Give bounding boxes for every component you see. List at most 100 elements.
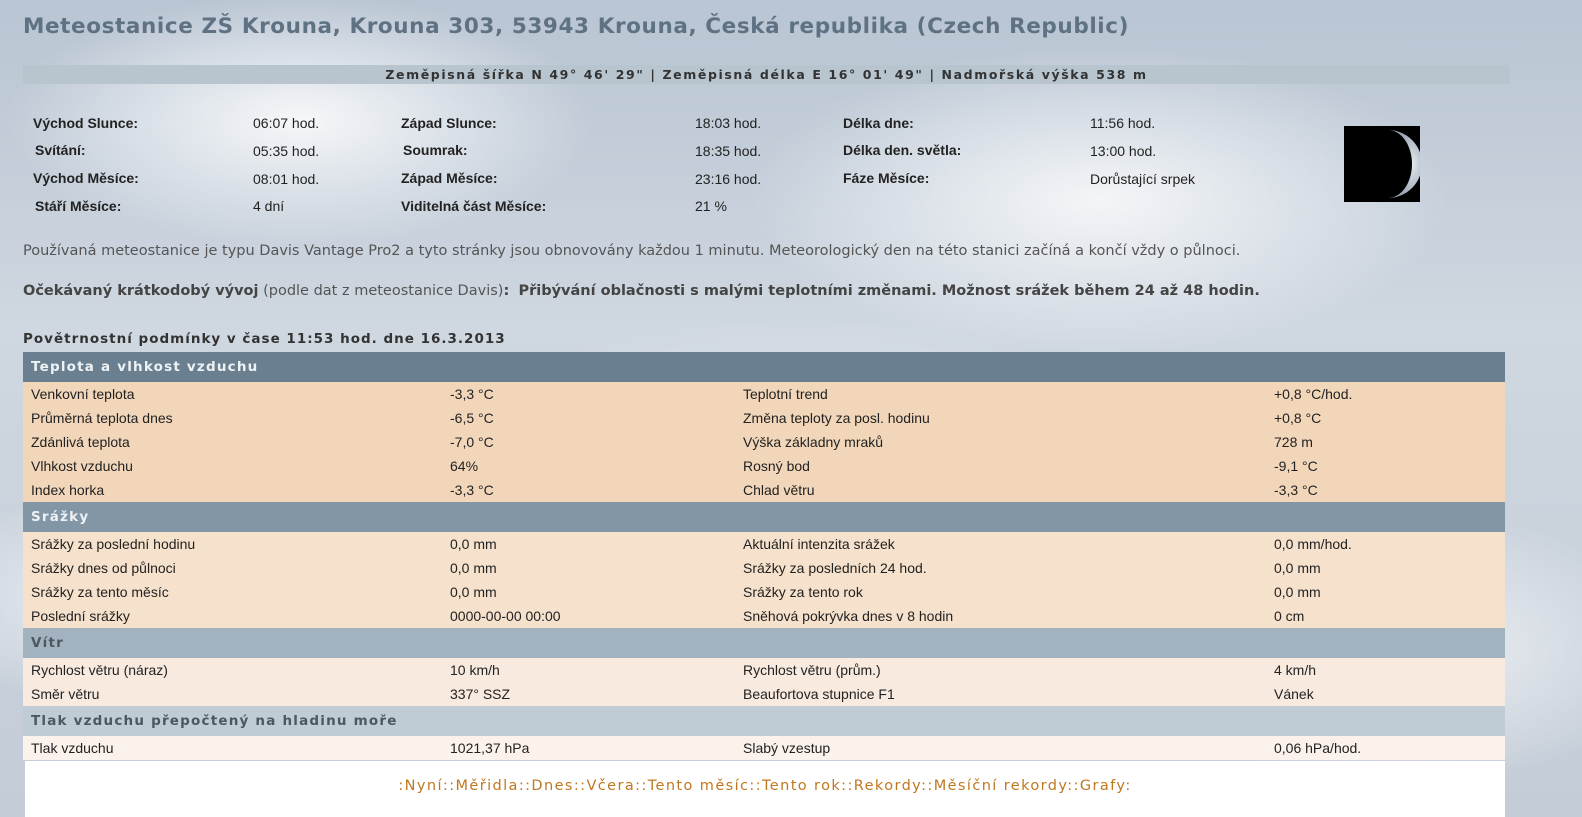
forecast-text: Přibývání oblačnosti s malými teplotními… xyxy=(518,283,1260,299)
forecast-label: Očekávaný krátkodobý vývoj xyxy=(23,283,259,299)
moon-visible-value: 21 % xyxy=(695,198,727,214)
row-value: -9,1 °C xyxy=(1266,454,1505,478)
footer-nav: :Nyní::Měřidla::Dnes::Včera::Tento měsíc… xyxy=(25,761,1505,817)
row-value: +0,8 °C xyxy=(1266,406,1505,430)
forecast-colon: : xyxy=(503,283,510,299)
dusk-label: Soumrak: xyxy=(403,142,468,158)
section-header-pressure: Tlak vzduchu přepočtený na hladinu moře xyxy=(23,706,1505,736)
nav-link[interactable]: Tento měsíc xyxy=(648,778,750,794)
table-row: Venkovní teplota -3,3 °C Teplotní trend +0,… xyxy=(23,382,1505,406)
dawn-label: Svítání: xyxy=(35,142,86,158)
daylight-label: Délka den. světla: xyxy=(843,142,962,158)
row-label: Tlak vzduchu xyxy=(23,736,442,760)
row-value: 0,0 mm xyxy=(442,556,735,580)
moon-phase-label: Fáze Měsíce: xyxy=(843,170,930,186)
row-label: Rychlost větru (prům.) xyxy=(735,658,1266,682)
table-row: Srážky za poslední hodinu 0,0 mm Aktuální … xyxy=(23,532,1505,556)
row-value: 337° SSZ xyxy=(442,682,735,706)
row-label: Srážky za tento měsíc xyxy=(23,580,442,604)
nav-link[interactable]: Rekordy xyxy=(854,778,921,794)
row-label: Směr větru xyxy=(23,682,442,706)
row-label: Beaufortova stupnice F1 xyxy=(735,682,1266,706)
row-value: -3,3 °C xyxy=(442,478,735,502)
weather-table: Teplota a vlhkost vzduchu Venkovní teplot… xyxy=(23,352,1505,760)
row-value: -3,3 °C xyxy=(1266,478,1505,502)
row-value: -6,5 °C xyxy=(442,406,735,430)
page-title: Meteostanice ZŠ Krouna, Krouna 303, 5394… xyxy=(23,14,1130,39)
row-label: Srážky za posledních 24 hod. xyxy=(735,556,1266,580)
table-row: Srážky dnes od půlnoci 0,0 mm Srážky za po… xyxy=(23,556,1505,580)
table-row: Zdánlivá teplota -7,0 °C Výška základny mr… xyxy=(23,430,1505,454)
row-label: Chlad větru xyxy=(735,478,1266,502)
table-row: Poslední srážky 0000-00-00 00:00 Sněhová p… xyxy=(23,604,1505,628)
table-row: Rychlost větru (náraz) 10 km/h Rychlost vě… xyxy=(23,658,1505,682)
row-value: 0,0 mm xyxy=(1266,556,1505,580)
section-header-rain: Srážky xyxy=(23,502,1505,532)
row-label: Průměrná teplota dnes xyxy=(23,406,442,430)
table-row: Průměrná teplota dnes -6,5 °C Změna teplot… xyxy=(23,406,1505,430)
nav-separator: : xyxy=(1125,778,1132,794)
row-label: Sněhová pokrývka dnes v 8 hodin xyxy=(735,604,1266,628)
row-label: Index horka xyxy=(23,478,442,502)
section-title: Tlak vzduchu přepočtený na hladinu moře xyxy=(23,706,1505,736)
row-value: 0,0 mm xyxy=(442,580,735,604)
row-value: Vánek xyxy=(1266,682,1505,706)
row-value: 0,06 hPa/hod. xyxy=(1266,736,1505,760)
forecast: Očekávaný krátkodobý vývoj (podle dat z … xyxy=(23,283,1260,299)
moon-phase-image xyxy=(1344,126,1422,202)
row-label: Srážky dnes od půlnoci xyxy=(23,556,442,580)
row-value: 4 km/h xyxy=(1266,658,1505,682)
moon-age-value: 4 dní xyxy=(253,198,285,214)
row-label: Změna teploty za posl. hodinu xyxy=(735,406,1266,430)
row-value: 728 m xyxy=(1266,430,1505,454)
row-label: Poslední srážky xyxy=(23,604,442,628)
nav-link[interactable]: Včera xyxy=(586,778,635,794)
row-value: 0000-00-00 00:00 xyxy=(442,604,735,628)
row-label: Venkovní teplota xyxy=(23,382,442,406)
moon-phase-value: Dorůstající srpek xyxy=(1090,171,1196,187)
row-value: 10 km/h xyxy=(442,658,735,682)
row-value: 0,0 mm xyxy=(1266,580,1505,604)
row-value: 0,0 mm xyxy=(442,532,735,556)
nav-link[interactable]: Dnes xyxy=(531,778,573,794)
moonrise-value: 08:01 hod. xyxy=(253,171,320,187)
row-value: -7,0 °C xyxy=(442,430,735,454)
moonset-value: 23:16 hod. xyxy=(695,171,762,187)
nav-link[interactable]: Měsíční rekordy xyxy=(934,778,1068,794)
row-value: 0,0 mm/hod. xyxy=(1266,532,1505,556)
nav-link[interactable]: Měřidla xyxy=(455,778,518,794)
row-label: Teplotní trend xyxy=(735,382,1266,406)
daylength-label: Délka dne: xyxy=(843,115,914,131)
moon-visible-label: Viditelná část Měsíce: xyxy=(401,198,547,214)
row-value: 64% xyxy=(442,454,735,478)
daylength-value: 11:56 hod. xyxy=(1090,115,1156,131)
row-label: Rychlost větru (náraz) xyxy=(23,658,442,682)
nav-link[interactable]: Nyní xyxy=(405,778,443,794)
row-label: Slabý vzestup xyxy=(735,736,1266,760)
table-row: Tlak vzduchu 1021,37 hPa Slabý vzestup 0,06… xyxy=(23,736,1505,760)
row-label: Výška základny mraků xyxy=(735,430,1266,454)
forecast-source: (podle dat z meteostanice Davis) xyxy=(263,283,504,299)
table-row: Srážky za tento měsíc 0,0 mm Srážky za ten… xyxy=(23,580,1505,604)
row-label: Srážky za tento rok xyxy=(735,580,1266,604)
sunrise-label: Východ Slunce: xyxy=(33,115,139,131)
section-title: Srážky xyxy=(23,502,1505,532)
sunset-label: Západ Slunce: xyxy=(401,115,497,131)
section-title: Vítr xyxy=(23,628,1505,658)
row-label: Srážky za poslední hodinu xyxy=(23,532,442,556)
row-label: Rosný bod xyxy=(735,454,1266,478)
dawn-value: 05:35 hod. xyxy=(253,143,320,159)
section-header-wind: Vítr xyxy=(23,628,1505,658)
nav-link[interactable]: Tento rok xyxy=(762,778,841,794)
table-row: Vlhkost vzduchu 64% Rosný bod -9,1 °C xyxy=(23,454,1505,478)
sunrise-value: 06:07 hod. xyxy=(253,115,320,131)
row-label: Aktuální intenzita srážek xyxy=(735,532,1266,556)
coordinates-bar: Zeměpisná šířka N 49° 46' 29" | Zeměpisn… xyxy=(23,65,1510,84)
row-label: Zdánlivá teplota xyxy=(23,430,442,454)
conditions-title: Povětrnostní podmínky v čase 11:53 hod. … xyxy=(23,331,506,347)
section-title: Teplota a vlhkost vzduchu xyxy=(23,352,1505,382)
moonset-label: Západ Měsíce: xyxy=(401,170,498,186)
daylight-value: 13:00 hod. xyxy=(1090,143,1157,159)
row-value: +0,8 °C/hod. xyxy=(1266,382,1505,406)
nav-link[interactable]: Grafy xyxy=(1080,778,1125,794)
